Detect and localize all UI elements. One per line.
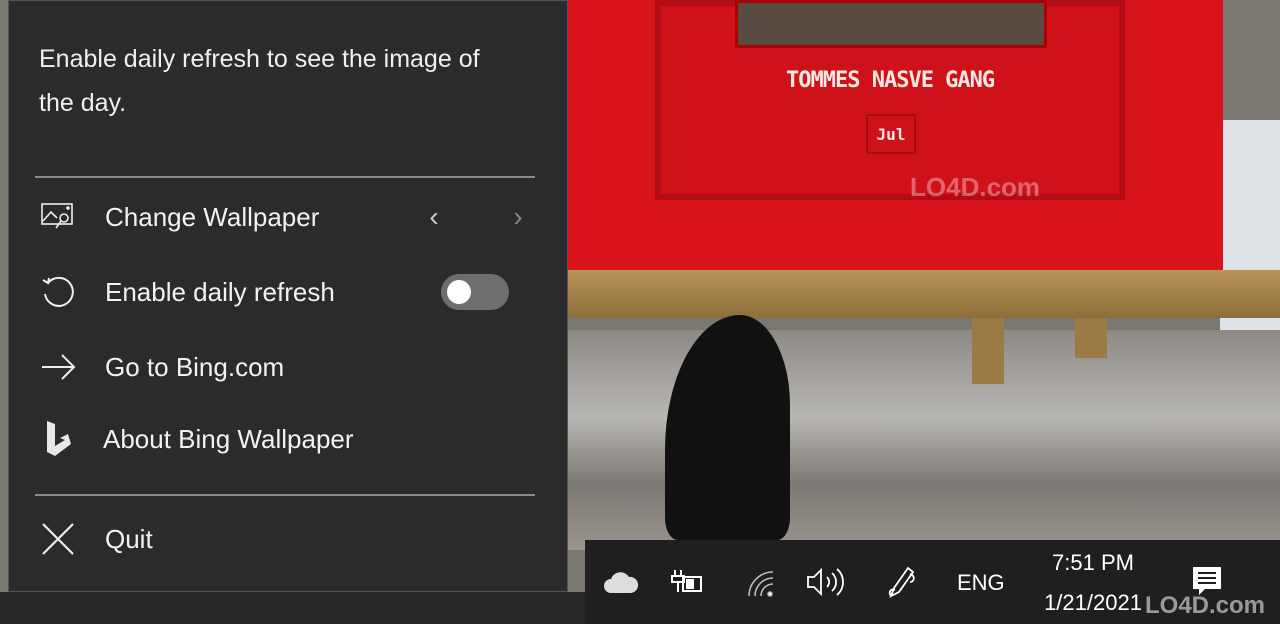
image-search-icon <box>39 198 77 236</box>
wooden-deck <box>568 270 1280 318</box>
bing-logo-icon <box>39 420 77 458</box>
hut-text: TOMMES NASVE GANG <box>786 68 995 93</box>
hut-window <box>735 0 1047 48</box>
deck-post <box>1075 318 1107 358</box>
volume-icon[interactable] <box>805 566 845 598</box>
taskbar: ENG 7:51 PM 1/21/2021 LO4D.com <box>585 540 1280 624</box>
about-bing-wallpaper-item[interactable]: About Bing Wallpaper <box>9 409 567 469</box>
go-to-bing-label: Go to Bing.com <box>105 351 285 382</box>
language-indicator[interactable]: ENG <box>957 570 1005 596</box>
go-to-bing-item[interactable]: Go to Bing.com <box>9 337 567 397</box>
watermark: LO4D.com <box>910 172 1041 202</box>
wifi-icon[interactable] <box>745 568 775 598</box>
divider <box>35 494 535 496</box>
toggle-knob <box>447 280 471 304</box>
pen-icon[interactable] <box>883 564 923 600</box>
hut-sign: Jul <box>866 114 916 154</box>
battery-charging-icon[interactable] <box>669 566 705 598</box>
close-icon <box>39 520 77 558</box>
quit-label: Quit <box>105 523 153 554</box>
menu-description: Enable daily refresh to see the image of… <box>39 45 480 117</box>
deck-post <box>972 318 1004 384</box>
enable-daily-refresh-item[interactable]: Enable daily refresh <box>9 262 567 322</box>
divider <box>35 176 535 178</box>
previous-wallpaper-button[interactable]: ‹ <box>419 201 449 233</box>
change-wallpaper-item[interactable]: Change Wallpaper ‹ › <box>9 187 567 247</box>
next-wallpaper-button[interactable]: › <box>503 201 533 233</box>
onedrive-icon[interactable] <box>603 568 639 598</box>
arrow-right-icon <box>39 348 77 386</box>
about-bing-wallpaper-label: About Bing Wallpaper <box>103 423 354 454</box>
bing-wallpaper-menu: Enable daily refresh to see the image of… <box>8 0 568 592</box>
refresh-icon <box>39 273 77 311</box>
taskbar-left <box>0 592 585 624</box>
watermark: LO4D.com <box>1145 592 1266 619</box>
clock-time[interactable]: 7:51 PM <box>1028 550 1158 576</box>
daily-refresh-toggle[interactable] <box>441 274 509 310</box>
quit-item[interactable]: Quit <box>9 509 567 569</box>
clock-date[interactable]: 1/21/2021 <box>1028 590 1158 616</box>
change-wallpaper-label: Change Wallpaper <box>105 201 320 232</box>
enable-daily-refresh-label: Enable daily refresh <box>105 276 335 307</box>
